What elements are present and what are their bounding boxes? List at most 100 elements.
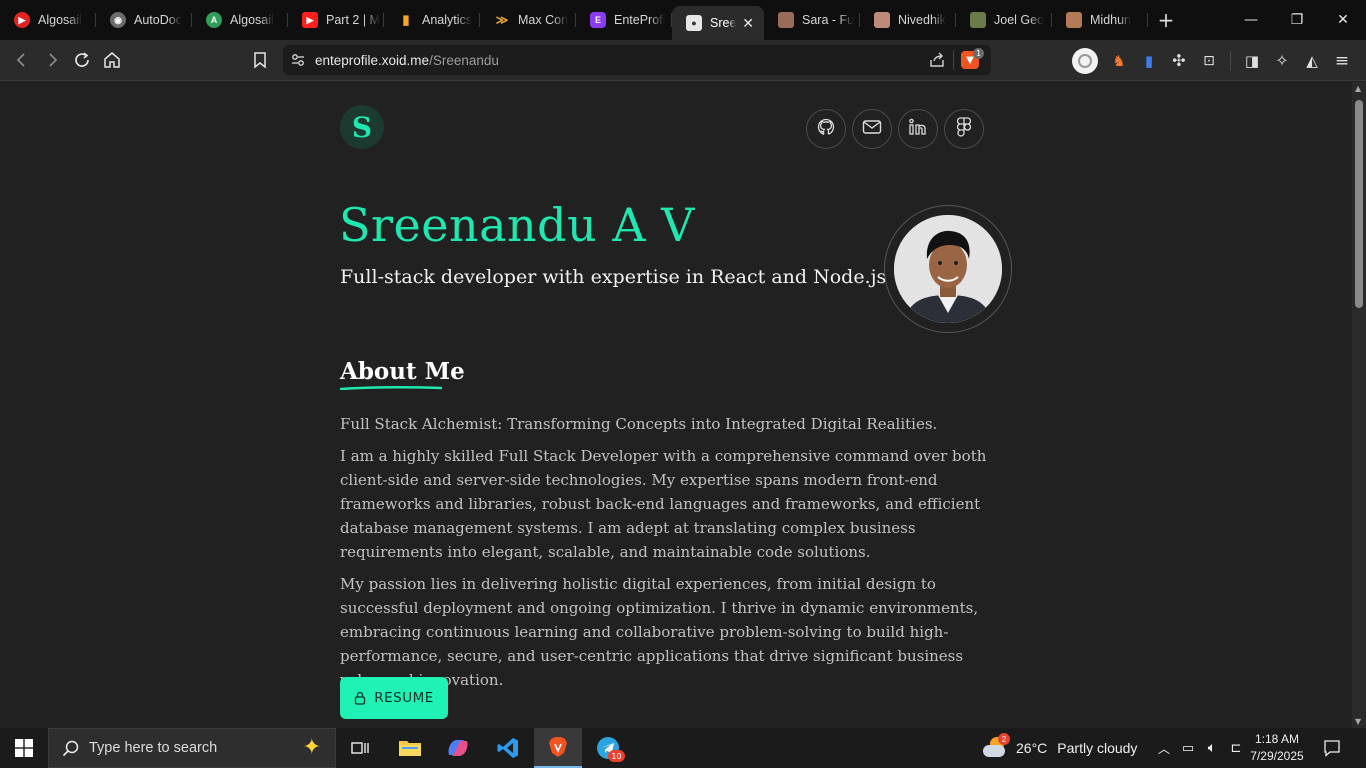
scrollbar-thumb[interactable] [1355, 100, 1363, 308]
restore-icon[interactable]: ❐ [1274, 0, 1320, 40]
start-button[interactable] [0, 728, 48, 768]
bookmark-icon[interactable] [245, 45, 275, 75]
tab-sreenandu-active[interactable]: ● Sree ✕ [672, 6, 764, 40]
site-settings-icon[interactable] [291, 53, 305, 67]
menu-icon[interactable]: ≡ [1327, 51, 1357, 71]
profile-page: S Sreenandu A V Full-stack developer wit… [0, 82, 1352, 728]
taskbar-vscode[interactable] [484, 728, 532, 768]
github-link[interactable] [806, 109, 846, 149]
sidebar-toggle-icon[interactable]: ◨ [1237, 52, 1267, 70]
battery-icon[interactable]: ▭ [1176, 741, 1200, 756]
notification-icon [1324, 740, 1340, 757]
linkedin-link[interactable] [898, 109, 938, 149]
weather-alert-badge: 2 [998, 733, 1010, 745]
tab-autodoc[interactable]: ◉ AutoDoc [96, 0, 192, 40]
network-icon[interactable]: ⊏ [1224, 741, 1248, 756]
clock-time: 1:18 AM [1254, 732, 1300, 746]
system-tray: ︿ ▭ 🔈︎ ⊏ [1152, 728, 1248, 768]
notification-center-button[interactable] [1322, 738, 1342, 758]
tab-title: Joel Geo [994, 13, 1045, 27]
tab-title: Part 2 | M [326, 13, 380, 27]
screenshot-icon[interactable]: ⊡ [1194, 53, 1224, 69]
scroll-up-icon[interactable]: ▲ [1355, 84, 1361, 93]
tab-title: Sara - Fu [802, 13, 855, 27]
tab-joel[interactable]: Joel Geo [956, 0, 1052, 40]
tab-analytics[interactable]: ▮ Analytics [384, 0, 480, 40]
telegram-unread-badge: 10 [608, 750, 625, 762]
partly-cloudy-icon: 2 [982, 733, 1010, 759]
taskbar-search[interactable]: Type here to search ✦ [48, 728, 336, 768]
chevron-up-icon[interactable]: ︿ [1152, 740, 1176, 757]
share-icon[interactable] [929, 52, 945, 72]
tab-title: AutoDoc [134, 13, 182, 27]
profile-avatar-icon[interactable] [1072, 47, 1098, 74]
figma-icon [956, 117, 972, 141]
taskbar-copilot[interactable] [434, 728, 482, 768]
tab-title: Max Con [518, 13, 569, 27]
reload-icon[interactable] [67, 45, 97, 75]
linkedin-icon [908, 118, 928, 140]
forward-icon[interactable] [37, 45, 67, 75]
tab-sara[interactable]: Sara - Fu [764, 0, 860, 40]
extensions-area: ♞ ▮ ✣ ⊡ ◨ ✧ ◭ ≡ [1072, 40, 1357, 81]
scroll-down-icon[interactable]: ▼ [1355, 717, 1361, 726]
profile-photo-icon [1066, 12, 1082, 28]
taskbar-telegram[interactable]: 10 [584, 728, 632, 768]
tab-title: Nivedhik [898, 13, 946, 27]
tab-algosail-2[interactable]: A Algosail [192, 0, 288, 40]
search-placeholder: Type here to search [89, 740, 218, 756]
youtube-icon: ▶ [14, 12, 30, 28]
extensions-puzzle-icon[interactable]: ✣ [1164, 51, 1194, 70]
tab-max-con[interactable]: ≫ Max Con [480, 0, 576, 40]
page-scrollbar[interactable]: ▲ ▼ [1352, 82, 1366, 728]
close-icon[interactable]: ✕ [742, 15, 754, 32]
volume-icon[interactable]: 🔈︎ [1200, 740, 1224, 756]
profile-photo-icon [778, 12, 794, 28]
profile-photo [894, 215, 1002, 323]
browser-toolbar: enteprofile.xoid.me/Sreenandu ▼ 1 ♞ ▮ ✣ … [0, 40, 1366, 81]
taskbar-brave[interactable] [534, 728, 582, 768]
home-icon[interactable] [97, 45, 127, 75]
minimize-icon[interactable]: — [1228, 0, 1274, 40]
profile-photo-icon: ● [686, 15, 702, 31]
task-view-button[interactable] [336, 728, 384, 768]
lock-icon [354, 691, 366, 705]
android-icon: A [206, 12, 222, 28]
search-icon [62, 740, 79, 757]
new-tab-button[interactable]: + [1148, 8, 1184, 32]
email-link[interactable] [852, 109, 892, 149]
tab-nivedhik[interactable]: Nivedhik [860, 0, 956, 40]
tab-algosail-1[interactable]: ▶ Algosail [0, 0, 96, 40]
tab-title: Algosail [230, 13, 274, 27]
weather-widget[interactable]: 2 26°C Partly cloudy [982, 728, 1137, 768]
address-divider [953, 50, 954, 70]
toolbar-divider [1230, 50, 1231, 71]
tab-title: Midhun [1090, 13, 1131, 27]
leo-ai-icon[interactable]: ✧ [1267, 51, 1297, 70]
weather-temperature: 26°C [1016, 740, 1048, 756]
copilot-sparkle-icon[interactable]: ✦ [303, 736, 321, 760]
back-icon[interactable] [7, 45, 37, 75]
tab-enteprofile[interactable]: E EnteProfi [576, 0, 672, 40]
wallet-icon[interactable]: ◭ [1297, 52, 1327, 70]
extension-fox-icon[interactable]: ♞ [1104, 52, 1134, 70]
brave-icon [549, 737, 567, 757]
site-logo[interactable]: S [340, 105, 384, 149]
tab-title: Analytics [422, 13, 473, 27]
tab-part-2[interactable]: ▶ Part 2 | M [288, 0, 384, 40]
vscode-icon [497, 738, 518, 758]
profile-tagline: Full-stack developer with expertise in R… [340, 266, 887, 288]
window-controls: — ❐ ✕ [1228, 0, 1366, 40]
tab-midhun[interactable]: Midhun [1052, 0, 1148, 40]
taskbar-file-explorer[interactable] [386, 728, 434, 768]
resume-label: RESUME [374, 690, 434, 706]
about-paragraph-2: My passion lies in delivering holistic d… [340, 575, 979, 689]
figma-link[interactable] [944, 109, 984, 149]
url-host: enteprofile.xoid.me [315, 52, 430, 68]
taskbar-clock[interactable]: 1:18 AM 7/29/2025 [1246, 731, 1308, 765]
extension-docs-icon[interactable]: ▮ [1134, 52, 1164, 70]
address-bar[interactable]: enteprofile.xoid.me/Sreenandu ▼ 1 [283, 45, 991, 75]
resume-button[interactable]: RESUME [340, 677, 448, 719]
close-window-icon[interactable]: ✕ [1320, 0, 1366, 40]
analytics-icon: ▮ [402, 12, 410, 27]
